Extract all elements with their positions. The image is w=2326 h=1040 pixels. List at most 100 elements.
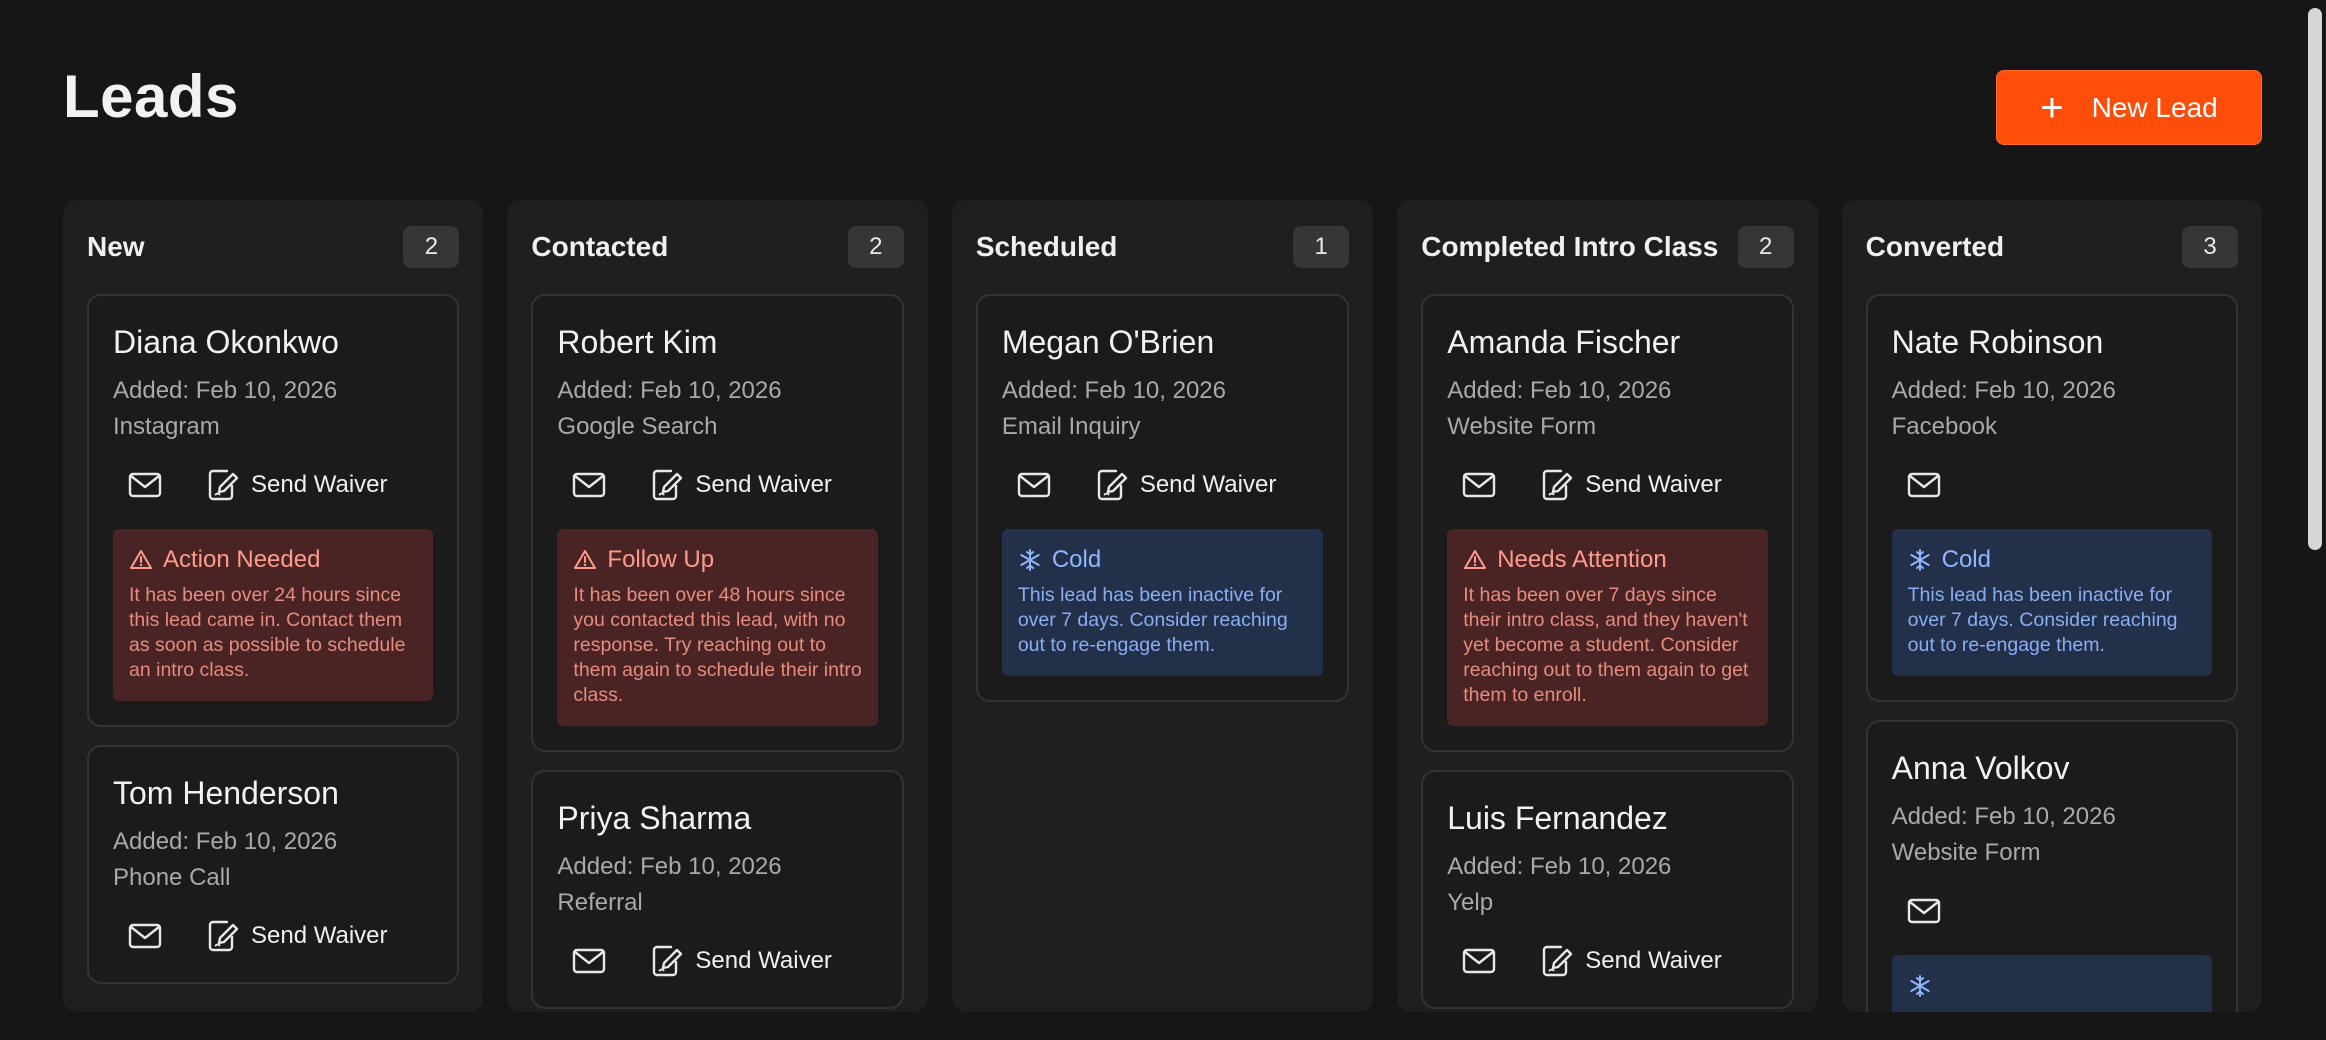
sign-document-icon <box>651 468 683 502</box>
column-completed-intro-class: Completed Intro Class 2 Amanda Fischer Adde… <box>1397 200 1818 1012</box>
lead-name: Megan O'Brien <box>1001 324 1215 360</box>
send-waiver-label: Send Waiver <box>1139 471 1277 498</box>
sign-document-icon <box>1541 468 1573 502</box>
lead-card[interactable]: Amanda Fischer Added: Feb 10, 2026 Website… <box>1421 294 1794 752</box>
card-actions: Send Waiver <box>113 463 433 507</box>
mail-icon[interactable] <box>1902 463 1946 507</box>
mail-icon[interactable] <box>123 463 167 507</box>
warning-alert: Action Needed It has been over 24 hours s… <box>113 529 434 701</box>
card-actions: Send Waiver <box>557 463 877 507</box>
mail-icon[interactable] <box>567 939 611 983</box>
lead-card[interactable]: Priya Sharma Added: Feb 10, 2026 Referral S… <box>531 770 904 1009</box>
column-title: New <box>87 231 145 262</box>
warning-icon <box>1463 548 1487 572</box>
column-count-badge: 2 <box>403 226 460 268</box>
alert-body: It has been over 24 hours since this lea… <box>129 584 406 681</box>
lead-added-date: Added: Feb 10, 2026 <box>1891 803 2116 830</box>
card-list: Nate Robinson Added: Feb 10, 2026 Facebook… <box>1865 294 2239 1012</box>
lead-card[interactable]: Luis Fernandez Added: Feb 10, 2026 Yelp Sen… <box>1421 770 1794 1009</box>
new-lead-button[interactable]: + New Lead <box>1996 70 2262 145</box>
scrollbar-track[interactable] <box>2304 0 2326 1040</box>
lead-card[interactable]: Nate Robinson Added: Feb 10, 2026 Facebook… <box>1865 294 2239 702</box>
column-count-badge: 3 <box>2182 226 2239 268</box>
send-waiver-label: Send Waiver <box>695 471 832 498</box>
lead-card[interactable]: Tom Henderson Added: Feb 10, 2026 Phone Ca… <box>87 745 460 984</box>
send-waiver-button[interactable]: Send Waiver <box>1096 468 1277 502</box>
card-actions: Send Waiver <box>1447 939 1767 983</box>
send-waiver-label: Send Waiver <box>1585 471 1722 498</box>
lead-name: Diana Okonkwo <box>113 324 339 360</box>
snowflake-icon <box>1908 548 1932 572</box>
cold-alert <box>1891 955 2213 1012</box>
send-waiver-button[interactable]: Send Waiver <box>1541 944 1722 978</box>
column-header: Converted 3 <box>1865 200 2239 294</box>
column-converted: Converted 3 Nate Robinson Added: Feb 10, 20… <box>1841 200 2263 1012</box>
lead-name: Robert Kim <box>557 324 718 360</box>
column-header: New 2 <box>87 200 460 294</box>
column-title: Converted <box>1865 231 2005 262</box>
warning-alert: Needs Attention It has been over 7 days s… <box>1447 529 1768 726</box>
sign-document-icon <box>1541 944 1573 978</box>
lead-source: Referral <box>557 889 643 916</box>
column-title: Completed Intro Class <box>1421 231 1719 262</box>
snowflake-icon <box>1018 548 1042 572</box>
lead-source: Yelp <box>1447 889 1494 916</box>
send-waiver-button[interactable]: Send Waiver <box>651 944 832 978</box>
lead-source: Facebook <box>1891 413 1998 440</box>
column-title: Scheduled <box>975 231 1118 262</box>
column-scheduled: Scheduled 1 Megan O'Brien Added: Feb 10, 20… <box>951 200 1374 1012</box>
alert-title-text: Cold <box>1941 546 1991 573</box>
lead-card[interactable]: Anna Volkov Added: Feb 10, 2026 Website Fo… <box>1865 720 2239 1012</box>
alert-title-text: Needs Attention <box>1497 546 1667 573</box>
lead-added-date: Added: Feb 10, 2026 <box>1001 377 1226 404</box>
send-waiver-label: Send Waiver <box>251 471 388 498</box>
lead-source: Email Inquiry <box>1001 413 1141 440</box>
new-lead-label: New Lead <box>2091 91 2218 123</box>
mail-icon[interactable] <box>567 463 611 507</box>
lead-name: Luis Fernandez <box>1447 800 1668 836</box>
lead-card[interactable]: Diana Okonkwo Added: Feb 10, 2026 Instagra… <box>87 294 460 727</box>
column-count-badge: 2 <box>1737 226 1794 268</box>
mail-icon[interactable] <box>1457 463 1501 507</box>
mail-icon[interactable] <box>1012 463 1056 507</box>
mail-icon[interactable] <box>1902 889 1946 933</box>
card-actions <box>1892 463 2212 507</box>
alert-title: Follow Up <box>573 545 861 575</box>
scrollbar-thumb[interactable] <box>2308 8 2322 550</box>
lead-name: Nate Robinson <box>1891 324 2104 360</box>
alert-title-text: Follow Up <box>607 546 715 573</box>
mail-icon[interactable] <box>1457 939 1501 983</box>
lead-source: Google Search <box>557 413 718 440</box>
sign-document-icon <box>207 919 239 953</box>
column-count-badge: 2 <box>847 226 904 268</box>
warning-icon <box>129 548 153 572</box>
kanban-board: New 2 Diana Okonkwo Added: Feb 10, 2026 Inst… <box>63 200 2263 1012</box>
send-waiver-label: Send Waiver <box>251 922 388 949</box>
lead-source: Phone Call <box>113 864 231 891</box>
lead-source: Instagram <box>113 413 220 440</box>
lead-added-date: Added: Feb 10, 2026 <box>1891 377 2116 404</box>
card-list: Diana Okonkwo Added: Feb 10, 2026 Instagra… <box>87 294 460 984</box>
lead-added-date: Added: Feb 10, 2026 <box>1447 853 1672 880</box>
column-contacted: Contacted 2 Robert Kim Added: Feb 10, 2026 G… <box>507 200 928 1012</box>
plus-icon: + <box>2040 85 2064 130</box>
lead-added-date: Added: Feb 10, 2026 <box>557 853 782 880</box>
send-waiver-button[interactable]: Send Waiver <box>651 468 832 502</box>
send-waiver-button[interactable]: Send Waiver <box>207 468 388 502</box>
snowflake-icon <box>1908 974 1932 998</box>
lead-card[interactable]: Robert Kim Added: Feb 10, 2026 Google Sear… <box>531 294 904 752</box>
send-waiver-label: Send Waiver <box>1585 947 1722 974</box>
lead-name: Priya Sharma <box>557 800 752 836</box>
cold-alert: Cold This lead has been inactive for over… <box>1891 529 2213 676</box>
lead-source: Website Form <box>1447 413 1597 440</box>
send-waiver-label: Send Waiver <box>695 947 832 974</box>
card-list: Amanda Fischer Added: Feb 10, 2026 Website… <box>1421 294 1794 1009</box>
alert-body: This lead has been inactive for over 7 d… <box>1907 584 2178 656</box>
warning-icon <box>573 548 597 572</box>
alert-title: Needs Attention <box>1463 545 1751 575</box>
lead-card[interactable]: Megan O'Brien Added: Feb 10, 2026 Email In… <box>975 294 1350 702</box>
send-waiver-button[interactable]: Send Waiver <box>1541 468 1722 502</box>
cold-alert: Cold This lead has been inactive for over… <box>1001 529 1324 676</box>
mail-icon[interactable] <box>123 914 167 958</box>
send-waiver-button[interactable]: Send Waiver <box>207 919 388 953</box>
